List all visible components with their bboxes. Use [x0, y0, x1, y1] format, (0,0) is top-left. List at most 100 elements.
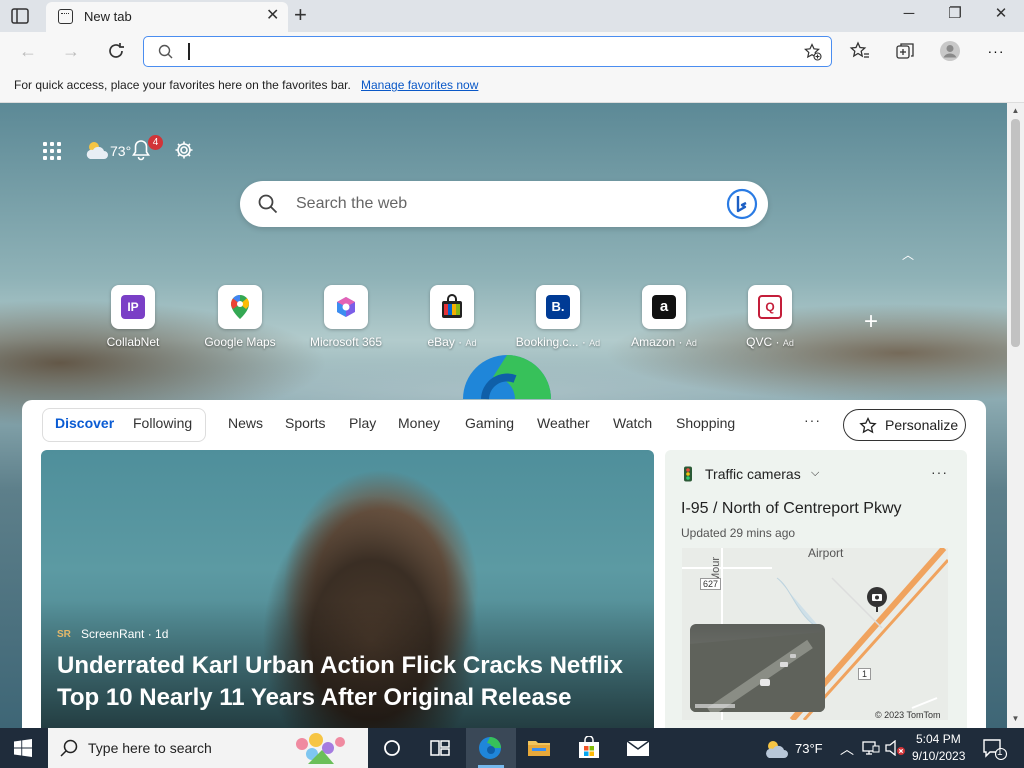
article-source: ScreenRant · 1d: [81, 627, 169, 641]
map-copyright: © 2023 TomTom: [875, 710, 941, 720]
ad-label: Ad: [685, 338, 697, 348]
weather-temperature[interactable]: 73°: [110, 143, 131, 159]
search-icon: [258, 194, 278, 214]
scroll-down-arrow-icon[interactable]: ▼: [1007, 714, 1024, 723]
windows-taskbar: Type here to search 73°F ︿ 5:04 PM 9/10/…: [0, 728, 1024, 768]
taskbar-search-placeholder: Type here to search: [88, 740, 212, 756]
add-quick-link-button[interactable]: +: [864, 308, 878, 336]
action-center-icon[interactable]: [982, 738, 1008, 760]
hero-article-card[interactable]: SR ScreenRant · 1d Underrated Karl Urban…: [41, 450, 654, 728]
action-center-badge: 1: [997, 747, 1003, 758]
tab-news[interactable]: News: [228, 415, 263, 431]
tab-gaming[interactable]: Gaming: [465, 415, 514, 431]
title-bar: New tab ✕ + ─ ❐ ✕: [0, 0, 1024, 32]
back-button[interactable]: ←: [17, 40, 39, 62]
quick-link-microsoft-365[interactable]: Microsoft 365: [296, 285, 396, 355]
taskbar-search-box[interactable]: Type here to search: [48, 728, 368, 768]
taskbar-clock-time[interactable]: 5:04 PM: [916, 732, 961, 746]
personalize-button[interactable]: Personalize: [843, 409, 966, 441]
mail-icon[interactable]: [626, 736, 650, 760]
navigation-toolbar: ← → ···: [0, 32, 1024, 70]
windows-start-icon[interactable]: [14, 739, 32, 757]
traffic-cameras-card: Traffic cameras ⌵ ··· I-95 / North of Ce…: [665, 450, 967, 728]
network-icon[interactable]: [862, 740, 880, 756]
settings-more-button[interactable]: ···: [985, 40, 1007, 62]
quick-link-label: Google Maps: [204, 335, 276, 349]
article-headline[interactable]: Underrated Karl Urban Action Flick Crack…: [57, 650, 637, 714]
tab-discover[interactable]: Discover: [55, 415, 114, 431]
bing-chat-icon[interactable]: [726, 188, 758, 220]
text-caret: [188, 43, 190, 60]
cortana-icon[interactable]: [380, 736, 404, 760]
tab-sports[interactable]: Sports: [285, 415, 325, 431]
favorites-bar-message: For quick access, place your favorites h…: [14, 78, 351, 92]
map-label-airport: Airport: [808, 548, 844, 560]
task-view-icon[interactable]: [428, 736, 452, 760]
feed-more-button[interactable]: ···: [804, 412, 821, 428]
tab-money[interactable]: Money: [398, 415, 440, 431]
ad-label: Ad: [589, 338, 601, 348]
camera-pin-icon[interactable]: [866, 586, 888, 612]
app-launcher-icon[interactable]: [42, 141, 62, 161]
profile-avatar-icon[interactable]: [939, 40, 961, 62]
taskbar-clock-date[interactable]: 9/10/2023: [912, 749, 965, 763]
restore-button[interactable]: ❐: [932, 4, 978, 24]
web-search-box[interactable]: Search the web: [240, 181, 768, 227]
tab-play[interactable]: Play: [349, 415, 376, 431]
close-tab-icon[interactable]: ✕: [266, 7, 279, 25]
personalize-star-icon: [859, 417, 877, 434]
scrollbar-thumb[interactable]: [1011, 119, 1020, 347]
tab-shopping[interactable]: Shopping: [676, 415, 735, 431]
tab-following[interactable]: Following: [133, 415, 192, 431]
collabnet-logo-icon: IP: [121, 295, 145, 319]
tab-weather[interactable]: Weather: [537, 415, 590, 431]
new-tab-button[interactable]: +: [294, 3, 307, 27]
new-tab-page: 73° 4 Search the web ︿ IP CollabNet Goog…: [0, 103, 1007, 728]
traffic-updated-time: Updated 29 mins ago: [681, 526, 796, 540]
quick-link-collabnet[interactable]: IP CollabNet: [83, 285, 183, 355]
partly-cloudy-icon[interactable]: [84, 139, 110, 161]
microsoft-365-logo-icon: [337, 297, 355, 317]
microsoft-store-icon[interactable]: [577, 736, 601, 760]
edge-taskbar-icon[interactable]: [478, 736, 502, 760]
quick-link-google-maps[interactable]: Google Maps: [190, 285, 290, 355]
map-route-shield-2: 1: [858, 668, 872, 680]
taskbar-weather-temp[interactable]: 73°F: [795, 741, 823, 756]
search-icon: [60, 739, 78, 757]
collections-icon[interactable]: [894, 40, 916, 62]
add-favorite-icon[interactable]: [804, 43, 822, 61]
collapse-chevron-up-icon[interactable]: ︿: [902, 246, 914, 263]
manage-favorites-link[interactable]: Manage favorites now: [361, 78, 478, 92]
traffic-map[interactable]: Airport Mour 627 1 © 2023 TomTom: [682, 548, 948, 720]
traffic-cameras-heading[interactable]: Traffic cameras: [705, 466, 801, 482]
web-search-placeholder: Search the web: [296, 195, 408, 212]
refresh-icon[interactable]: [105, 40, 127, 62]
file-explorer-icon[interactable]: [527, 736, 551, 760]
chevron-down-icon[interactable]: ⌵: [811, 467, 819, 480]
show-hidden-icons-chevron[interactable]: ︿: [840, 739, 854, 759]
minimize-button[interactable]: ─: [886, 4, 932, 24]
address-bar[interactable]: [143, 36, 832, 67]
traffic-more-button[interactable]: ···: [931, 464, 948, 480]
notification-badge: 4: [148, 135, 163, 150]
tab-new-tab[interactable]: New tab ✕: [46, 2, 288, 32]
ad-label: Ad: [782, 338, 794, 348]
favorites-icon[interactable]: [849, 40, 871, 62]
new-tab-favicon-icon: [58, 9, 73, 24]
quick-link-qvc[interactable]: Q QVC · Ad: [720, 285, 820, 355]
volume-muted-icon[interactable]: [884, 740, 906, 756]
quick-link-label: Amazon: [631, 335, 676, 349]
page-settings-gear-icon[interactable]: [174, 140, 194, 160]
tab-actions-icon[interactable]: [10, 7, 30, 25]
traffic-camera-thumbnail[interactable]: [690, 624, 825, 712]
taskbar-weather-icon[interactable]: [762, 739, 790, 759]
map-route-shield: 627: [700, 578, 722, 590]
quick-link-amazon[interactable]: a Amazon · Ad: [614, 285, 714, 355]
scroll-up-arrow-icon[interactable]: ▲: [1007, 106, 1024, 115]
amazon-logo-icon: a: [652, 295, 676, 319]
tab-watch[interactable]: Watch: [613, 415, 652, 431]
close-window-button[interactable]: ✕: [978, 4, 1024, 24]
page-scrollbar[interactable]: ▲ ▼: [1007, 103, 1024, 728]
search-icon: [158, 44, 173, 59]
forward-button[interactable]: →: [60, 40, 82, 62]
